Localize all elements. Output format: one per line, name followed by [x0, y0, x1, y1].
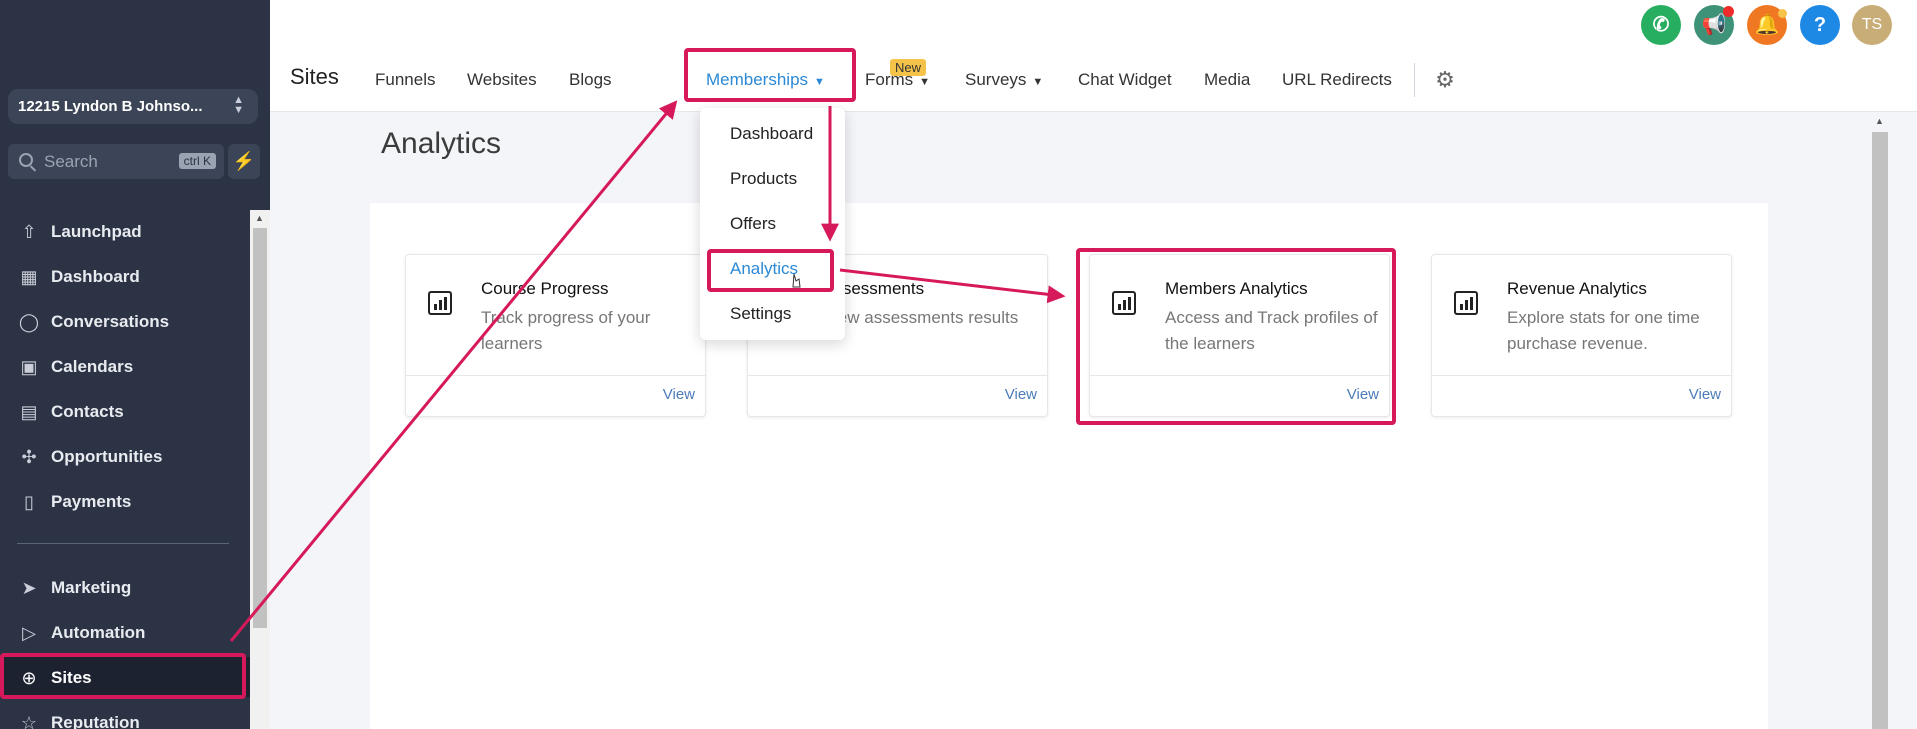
hand-cursor-icon [792, 273, 801, 288]
arrow-analytics-to-members [839, 268, 1066, 304]
annotation-arrows [229, 100, 1066, 642]
arrow-sites-to-memberships [229, 100, 678, 642]
